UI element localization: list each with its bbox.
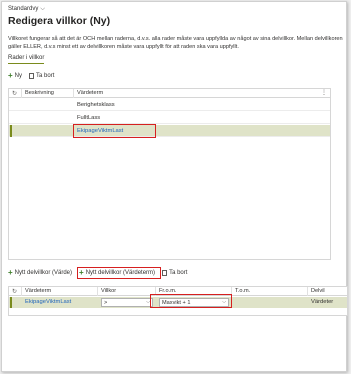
table-row[interactable]: FulltLass <box>9 112 330 124</box>
highlight-box <box>73 124 156 138</box>
chevron-down-icon: ⌵ <box>40 6 45 12</box>
villkor-select[interactable]: > ⌵ <box>101 298 153 307</box>
delvil-cell: Värdeter <box>311 299 334 305</box>
grid-header: ↻ Beskrivning Värdeterm ⋮ <box>9 89 330 98</box>
rows-toolbar: + Ny Ta bort <box>8 71 61 80</box>
delete-row-label: Ta bort <box>36 73 55 79</box>
plus-icon: + <box>8 268 13 277</box>
table-row-selected[interactable]: EkipageViktmLast <box>9 125 330 137</box>
col-villkor[interactable]: Villkor <box>101 288 116 294</box>
dialog-frame: Standardvy ⌵ Redigera villkor (Ny) Villko… <box>1 1 348 372</box>
plus-icon: + <box>8 71 13 80</box>
col-delvil[interactable]: Delvil <box>311 288 325 294</box>
table-row[interactable]: Berighetsklass <box>9 99 330 111</box>
vardeterm-cell: Berighetsklass <box>77 102 115 108</box>
trash-icon <box>162 270 168 276</box>
col-tom[interactable]: T.o.m. <box>235 288 250 294</box>
refresh-icon[interactable]: ↻ <box>12 90 17 97</box>
view-label: Standardvy <box>8 6 39 12</box>
new-row-label: Ny <box>14 73 23 79</box>
highlight-box <box>150 294 232 308</box>
col-beskrivning[interactable]: Beskrivning <box>25 90 54 96</box>
more-options-icon[interactable]: ⋮ <box>321 89 327 96</box>
vardeterm-link[interactable]: EkipageViktmLast <box>25 299 71 305</box>
new-subcondition-value-button[interactable]: + Nytt delvillkor (Värde) <box>8 268 73 277</box>
delete-subcondition-button[interactable]: Ta bort <box>162 270 187 276</box>
conditions-rows-grid: ↻ Beskrivning Värdeterm ⋮ Berighetsklass… <box>8 88 331 260</box>
row-selected-marker <box>10 125 12 137</box>
description-text: Villkoret fungerar så att det är OCH mel… <box>8 36 343 50</box>
col-vardeterm[interactable]: Värdeterm <box>25 288 51 294</box>
delete-subcondition-label: Ta bort <box>169 270 188 276</box>
villkor-value: > <box>104 300 108 306</box>
tab-rader-i-villkor[interactable]: Rader i villkor <box>8 55 45 64</box>
new-subcondition-value-label: Nytt delvillkor (Värde) <box>14 270 73 276</box>
delete-row-button[interactable]: Ta bort <box>29 73 54 79</box>
new-row-button[interactable]: + Ny <box>8 71 23 80</box>
row-selected-marker <box>10 297 12 308</box>
page-title: Redigera villkor (Ny) <box>8 15 111 27</box>
tab-bar: Rader i villkor <box>8 55 45 64</box>
trash-icon <box>29 73 35 79</box>
view-selector[interactable]: Standardvy ⌵ <box>8 6 45 13</box>
refresh-icon[interactable]: ↻ <box>12 288 17 295</box>
col-vardeterm[interactable]: Värdeterm <box>77 90 103 96</box>
highlight-box <box>77 267 161 279</box>
vardeterm-cell: FulltLass <box>77 115 101 121</box>
